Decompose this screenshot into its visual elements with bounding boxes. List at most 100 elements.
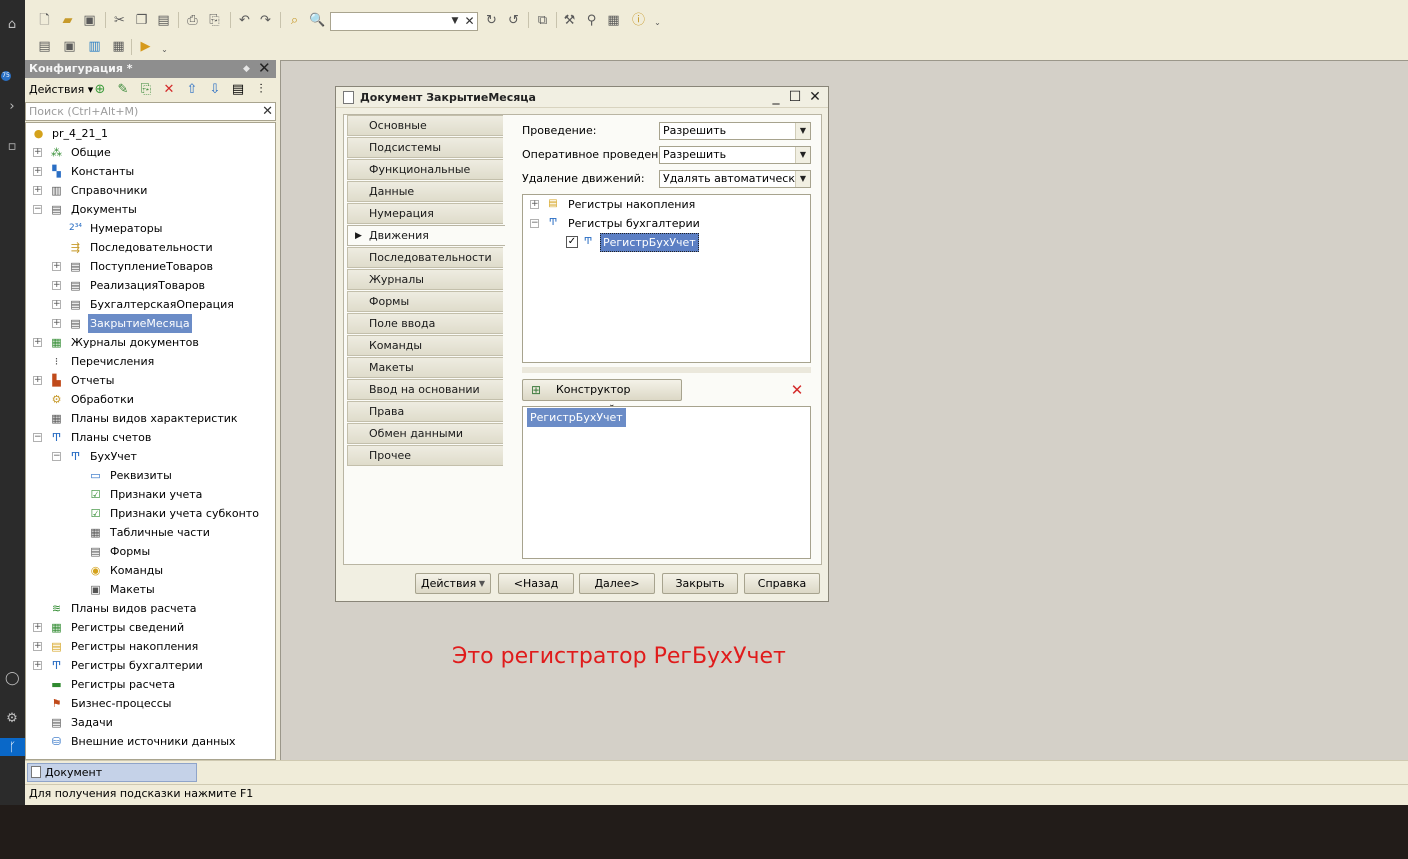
tree-item-calc-registers[interactable]: ▬ Регистры расчета (26, 675, 275, 694)
help-contents-icon[interactable]: ▦ (605, 12, 622, 29)
chevron-down-icon[interactable]: ▼ (448, 13, 462, 30)
tree-item-templates[interactable]: ▣ Макеты (26, 580, 275, 599)
configuration-search-input[interactable]: Поиск (Ctrl+Alt+M) ✕ (25, 102, 276, 121)
actions-menu-button[interactable]: Действия ▼ (415, 573, 491, 594)
tab-functional-options[interactable]: Функциональные опции (347, 159, 503, 196)
tab-other[interactable]: Прочее (347, 445, 503, 466)
tree-item-tabular-sections[interactable]: ▦ Табличные части (26, 523, 275, 542)
tree-item-catalogs[interactable]: + ▥ Справочники (26, 181, 275, 200)
tree-item-tasks[interactable]: ▤ Задачи (26, 713, 275, 732)
expand-icon[interactable]: + (52, 300, 61, 309)
movements-constructor-button[interactable]: ⊞ Конструктор движений (522, 379, 682, 416)
expand-icon[interactable]: + (33, 338, 42, 347)
info-icon[interactable]: ⓘ (630, 12, 647, 29)
redo-icon[interactable]: ↷ (257, 12, 274, 29)
tab-movements[interactable]: ▶ Движения (347, 225, 505, 246)
tree-item-business-processes[interactable]: ⚑ Бизнес-процессы (26, 694, 275, 713)
collapse-icon[interactable]: − (530, 219, 539, 228)
tree-item-doc-2[interactable]: + ▤ РеализацияТоваров (26, 276, 275, 295)
tree-item-accounting-registers[interactable]: + Ͳ Регистры бухгалтерии (26, 656, 275, 675)
movements-list[interactable]: РегистрБухУчет (522, 406, 811, 559)
maximize-icon[interactable]: ☐ (786, 88, 804, 106)
find-prev-icon[interactable]: ↺ (505, 12, 522, 29)
tree-item-accounting-registers[interactable]: − Ͳ Регистры бухгалтерии (523, 214, 810, 233)
preview-icon[interactable]: ⎘ (206, 12, 223, 29)
settings-icon[interactable]: ⚙ (5, 712, 19, 726)
tree-item-register-buhuchet[interactable]: ✓ Ͳ РегистрБухУчет (523, 233, 810, 252)
tree-item-accounting-flags[interactable]: ☑ Признаки учета (26, 485, 275, 504)
expand-icon[interactable]: + (33, 623, 42, 632)
tree-item-accum-registers[interactable]: + ▤ Регистры накопления (26, 637, 275, 656)
run-dropdown-icon[interactable]: ⌄ (156, 41, 173, 58)
tab-forms[interactable]: Формы (347, 291, 503, 312)
tab-input-field[interactable]: Поле ввода (347, 313, 503, 334)
register-checkbox[interactable]: ✓ (566, 236, 578, 248)
paste-icon[interactable]: ▤ (155, 12, 172, 29)
windows-icon[interactable]: ⧉ (534, 12, 551, 29)
tree-item-commands[interactable]: ◉ Команды (26, 561, 275, 580)
expand-icon[interactable]: + (33, 642, 42, 651)
posting-select[interactable]: Разрешить ▼ (659, 122, 811, 140)
delete-icon[interactable]: ✕ (789, 382, 805, 398)
move-down-icon[interactable]: ⇩ (207, 82, 223, 98)
clear-search-icon[interactable]: ✕ (262, 103, 273, 120)
toolbar-dropdown-icon[interactable]: ⌄ (649, 14, 666, 31)
database-icon[interactable]: ▥ (86, 38, 103, 55)
help-button[interactable]: Справка (744, 573, 820, 594)
tree-item-sequences[interactable]: ⇶ Последовательности (26, 238, 275, 257)
expand-icon[interactable]: + (33, 148, 42, 157)
tree-item-buhuchet[interactable]: − Ͳ БухУчет (26, 447, 275, 466)
collapse-icon[interactable]: − (52, 452, 61, 461)
tree-item-info-registers[interactable]: + ▦ Регистры сведений (26, 618, 275, 637)
account-icon[interactable]: ◯ (5, 672, 20, 686)
document-window-titlebar[interactable]: Документ ЗакрытиеМесяца (336, 87, 828, 108)
tree-item-journals[interactable]: + ▦ Журналы документов (26, 333, 275, 352)
wizard-icon[interactable]: ⚒ (561, 12, 578, 29)
expand-icon[interactable]: + (530, 200, 539, 209)
expand-icon[interactable]: + (33, 376, 42, 385)
close-button[interactable]: Закрыть (662, 573, 738, 594)
tab-rights[interactable]: Права (347, 401, 503, 422)
find-in-folder-icon[interactable]: ⌕ (286, 12, 303, 29)
run-icon[interactable]: › (5, 100, 19, 114)
tab-main[interactable]: Основные (347, 115, 503, 136)
delete-icon[interactable]: ✕ (161, 82, 177, 98)
tree-item-forms[interactable]: ▤ Формы (26, 542, 275, 561)
delete-movements-select[interactable]: Удалять автоматически п ▼ (659, 170, 811, 188)
tree-item-charts-of-accounts[interactable]: − Ͳ Планы счетов (26, 428, 275, 447)
sort-icon[interactable]: ▤ (230, 82, 246, 98)
tree-item-constants[interactable]: + ▚ Константы (26, 162, 275, 181)
expand-icon[interactable]: + (33, 167, 42, 176)
expand-icon[interactable]: + (52, 319, 61, 328)
copy-icon[interactable]: ❐ (133, 12, 150, 29)
tree-item-external-sources[interactable]: ⛁ Внешние источники данных (26, 732, 275, 751)
minimize-icon[interactable]: _ (767, 88, 785, 106)
toolbar-search-field[interactable]: ▼ ✕ (330, 12, 478, 31)
tree-item-calc-types[interactable]: ≋ Планы видов расчета (26, 599, 275, 618)
find-next-icon[interactable]: ↻ (483, 12, 500, 29)
undo-icon[interactable]: ↶ (236, 12, 253, 29)
close-icon[interactable]: ✕ (806, 88, 824, 106)
cut-icon[interactable]: ✂ (111, 12, 128, 29)
extensions-icon[interactable]: ▫ (5, 140, 19, 154)
tree-item-processing[interactable]: ⚙ Обработки (26, 390, 275, 409)
explorer-icon[interactable]: ⌂ (5, 18, 19, 32)
new-icon[interactable]: 🗋 (36, 12, 53, 29)
chevron-down-icon[interactable]: ▼ (795, 123, 810, 139)
expand-icon[interactable]: + (52, 262, 61, 271)
tab-commands[interactable]: Команды (347, 335, 503, 356)
tab-templates[interactable]: Макеты (347, 357, 503, 378)
clear-icon[interactable]: ✕ (463, 13, 476, 30)
collapse-icon[interactable]: − (33, 433, 42, 442)
add-icon[interactable]: ⊕ (92, 82, 108, 98)
expand-icon[interactable]: + (33, 661, 42, 670)
pin-icon[interactable]: ◆ (243, 60, 250, 78)
run-debug-icon[interactable]: ▶ (137, 38, 154, 55)
tree-item-enums[interactable]: ⁝ Перечисления (26, 352, 275, 371)
open-icon[interactable]: ▰ (59, 12, 76, 29)
tree-item-chart-char-types[interactable]: ▦ Планы видов характеристик (26, 409, 275, 428)
back-button[interactable]: <Назад (498, 573, 574, 594)
tree-item-reports[interactable]: + ▙ Отчеты (26, 371, 275, 390)
realtime-posting-select[interactable]: Разрешить ▼ (659, 146, 811, 164)
syntax-helper-icon[interactable]: ⚲ (583, 12, 600, 29)
